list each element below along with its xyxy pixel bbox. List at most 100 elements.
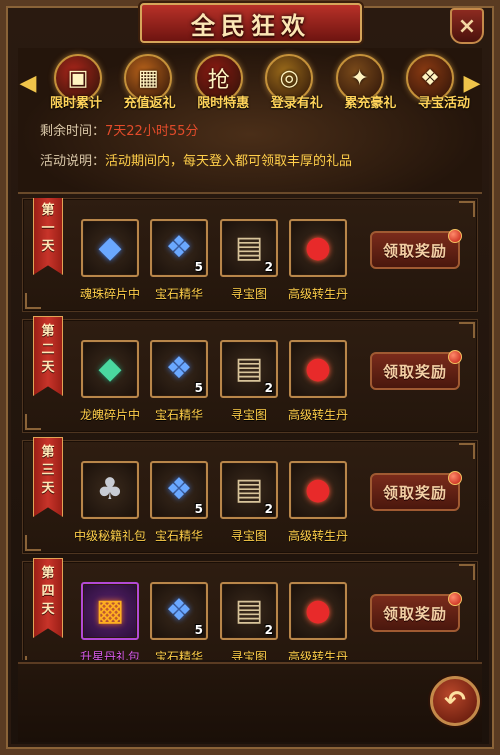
claim-reward-button[interactable]: 领取奖励 bbox=[370, 229, 462, 269]
day-ribbon-char: 天 bbox=[41, 239, 55, 254]
title-banner: 全民狂欢 bbox=[140, 3, 362, 43]
close-button[interactable]: × bbox=[450, 8, 484, 44]
reward-item-slot[interactable]: ♣ bbox=[81, 461, 139, 519]
reward-item-slot[interactable]: ◆ bbox=[81, 219, 139, 277]
prev-arrow-button[interactable]: ◀ bbox=[18, 68, 38, 98]
reward-item-name: 宝石精华 bbox=[154, 408, 204, 422]
reward-item-name: 寻宝图 bbox=[230, 529, 268, 543]
remaining-time-value: 7天22小时55分 bbox=[105, 124, 199, 139]
reward-item-name: 龙魄碎片中 bbox=[79, 408, 141, 422]
remaining-time-label: 剩余时间： bbox=[40, 124, 106, 139]
claim-reward-button[interactable]: 领取奖励 bbox=[370, 471, 462, 511]
back-button[interactable]: ↶ bbox=[430, 676, 480, 726]
reward-item-name: 高级转生丹 bbox=[287, 408, 349, 422]
claim-reward-label: 领取奖励 bbox=[382, 483, 447, 502]
reward-item-slot[interactable]: ● bbox=[289, 340, 347, 398]
reward-item-slot[interactable]: ◆ bbox=[81, 340, 139, 398]
day-ribbon-char: 第 bbox=[41, 324, 55, 339]
red-orb-pill-icon: ● bbox=[304, 230, 332, 265]
item-count: 5 bbox=[194, 260, 203, 274]
red-orb-pill-icon: ● bbox=[304, 351, 332, 386]
activity-description: 活动说明：活动期间内，每天登入都可领取丰厚的礼品 bbox=[40, 150, 352, 169]
item-count: 5 bbox=[194, 381, 203, 395]
activity-tab-label[interactable]: 限时特惠 bbox=[197, 92, 249, 111]
description-label: 活动说明： bbox=[40, 154, 106, 169]
day-reward-row: 第四天 ▩ 升星丹礼包 ❖ 5 宝石精华 ▤ 2 寻宝图 ● 高级转生丹 领取奖励 bbox=[22, 558, 478, 660]
day-ribbon-char: 一 bbox=[41, 221, 55, 236]
day-ribbon: 第二天 bbox=[33, 316, 63, 396]
reward-item-slot[interactable]: ▤ 2 bbox=[220, 340, 278, 398]
reward-item-name: 高级转生丹 bbox=[287, 650, 349, 660]
reward-item-slot[interactable]: ❖ 5 bbox=[150, 582, 208, 640]
day-ribbon-char: 第 bbox=[41, 445, 55, 460]
blue-gem-cluster-icon: ❖ bbox=[165, 230, 193, 265]
activity-icon-glyph: 抢 bbox=[207, 68, 230, 93]
claim-reward-button[interactable]: 领取奖励 bbox=[370, 350, 462, 390]
reward-item-name: 高级转生丹 bbox=[287, 529, 349, 543]
activity-icon-glyph: ▦ bbox=[137, 65, 159, 91]
reward-item-slot[interactable]: ▤ 2 bbox=[220, 461, 278, 519]
day-ribbon-char: 三 bbox=[41, 463, 55, 478]
activity-icon-glyph: ❖ bbox=[420, 65, 440, 91]
treasure-map-scroll-icon: ▤ bbox=[234, 593, 264, 628]
reward-item-slot[interactable]: ▩ bbox=[81, 582, 139, 640]
bottom-bar bbox=[18, 662, 482, 742]
day-reward-row: 第二天 ◆ 龙魄碎片中 ❖ 5 宝石精华 ▤ 2 寻宝图 ● 高级转生丹 领取奖励 bbox=[22, 316, 478, 433]
reward-item-slot[interactable]: ● bbox=[289, 582, 347, 640]
reward-item-slot[interactable]: ▤ 2 bbox=[220, 582, 278, 640]
activity-icon-glyph: ◎ bbox=[279, 65, 299, 91]
blue-gem-cluster-icon: ❖ bbox=[165, 472, 193, 507]
reward-item-slot[interactable]: ❖ 5 bbox=[150, 461, 208, 519]
activity-icon-glyph: ✦ bbox=[350, 65, 369, 91]
activity-label-row: 限时累计 充值返礼 限时特惠 登录有礼 累充豪礼 寻宝活动 bbox=[50, 92, 470, 111]
treasure-map-scroll-icon: ▤ bbox=[234, 351, 264, 386]
claim-reward-label: 领取奖励 bbox=[382, 241, 447, 260]
notification-dot-icon bbox=[448, 471, 462, 485]
reward-item-name: 寻宝图 bbox=[230, 650, 268, 660]
daily-reward-list[interactable]: 第一天 ◆ 魂珠碎片中 ❖ 5 宝石精华 ▤ 2 寻宝图 ● 高级转生丹 领取奖励第二天 ◆ 龙魄碎片中 ❖… bbox=[22, 198, 478, 660]
page-title: 全民狂欢 bbox=[191, 10, 311, 40]
day-reward-row: 第一天 ◆ 魂珠碎片中 ❖ 5 宝石精华 ▤ 2 寻宝图 ● 高级转生丹 领取奖励 bbox=[22, 198, 478, 312]
gold-gift-box-icon: ▩ bbox=[95, 593, 125, 628]
activity-tab-label[interactable]: 寻宝活动 bbox=[418, 92, 470, 111]
claim-reward-label: 领取奖励 bbox=[382, 362, 447, 381]
day-ribbon-char: 二 bbox=[41, 342, 55, 357]
activity-icon-glyph: ▣ bbox=[67, 65, 89, 91]
reward-item-name: 宝石精华 bbox=[154, 650, 204, 660]
reward-item-slot[interactable]: ● bbox=[289, 461, 347, 519]
chevron-left-icon: ◀ bbox=[19, 70, 37, 96]
notification-dot-icon bbox=[448, 229, 462, 243]
activity-tab-label[interactable]: 限时累计 bbox=[50, 92, 102, 111]
reward-item-name: 寻宝图 bbox=[230, 408, 268, 422]
item-count: 5 bbox=[194, 623, 203, 637]
activity-tab-label[interactable]: 累充豪礼 bbox=[344, 92, 396, 111]
activity-tab-label[interactable]: 充值返礼 bbox=[124, 92, 176, 111]
item-count: 2 bbox=[264, 502, 273, 516]
claim-reward-label: 领取奖励 bbox=[382, 604, 447, 623]
blue-gem-cluster-icon: ❖ bbox=[165, 351, 193, 386]
day-ribbon-char: 四 bbox=[41, 584, 55, 599]
reward-item-slot[interactable]: ❖ 5 bbox=[150, 219, 208, 277]
notification-dot-icon bbox=[448, 350, 462, 364]
reward-item-slot[interactable]: ❖ 5 bbox=[150, 340, 208, 398]
claim-reward-button[interactable]: 领取奖励 bbox=[370, 592, 462, 632]
day-ribbon-char: 天 bbox=[41, 602, 55, 617]
red-orb-pill-icon: ● bbox=[304, 593, 332, 628]
item-count: 2 bbox=[264, 623, 273, 637]
reward-item-slot[interactable]: ▤ 2 bbox=[220, 219, 278, 277]
silver-bag-icon: ♣ bbox=[96, 472, 124, 507]
reward-item-name: 魂珠碎片中 bbox=[79, 287, 141, 301]
treasure-map-scroll-icon: ▤ bbox=[234, 472, 264, 507]
item-count: 2 bbox=[264, 260, 273, 274]
day-ribbon: 第三天 bbox=[33, 437, 63, 517]
day-ribbon-char: 天 bbox=[41, 360, 55, 375]
notification-dot-icon bbox=[448, 592, 462, 606]
day-ribbon-char: 第 bbox=[41, 203, 55, 218]
day-ribbon-char: 天 bbox=[41, 481, 55, 496]
activity-header: ◀ ▶ ▣ ▦ 抢 ◎ ✦ ❖ 限时累计 充值返礼 限时特惠 登录有礼 累充豪礼 寻宝活动 剩余时间… bbox=[18, 48, 482, 194]
reward-item-slot[interactable]: ● bbox=[289, 219, 347, 277]
activity-tab-label[interactable]: 登录有礼 bbox=[271, 92, 323, 111]
reward-item-name: 中级秘籍礼包 bbox=[73, 529, 147, 543]
item-count: 5 bbox=[194, 502, 203, 516]
reward-item-name: 寻宝图 bbox=[230, 287, 268, 301]
